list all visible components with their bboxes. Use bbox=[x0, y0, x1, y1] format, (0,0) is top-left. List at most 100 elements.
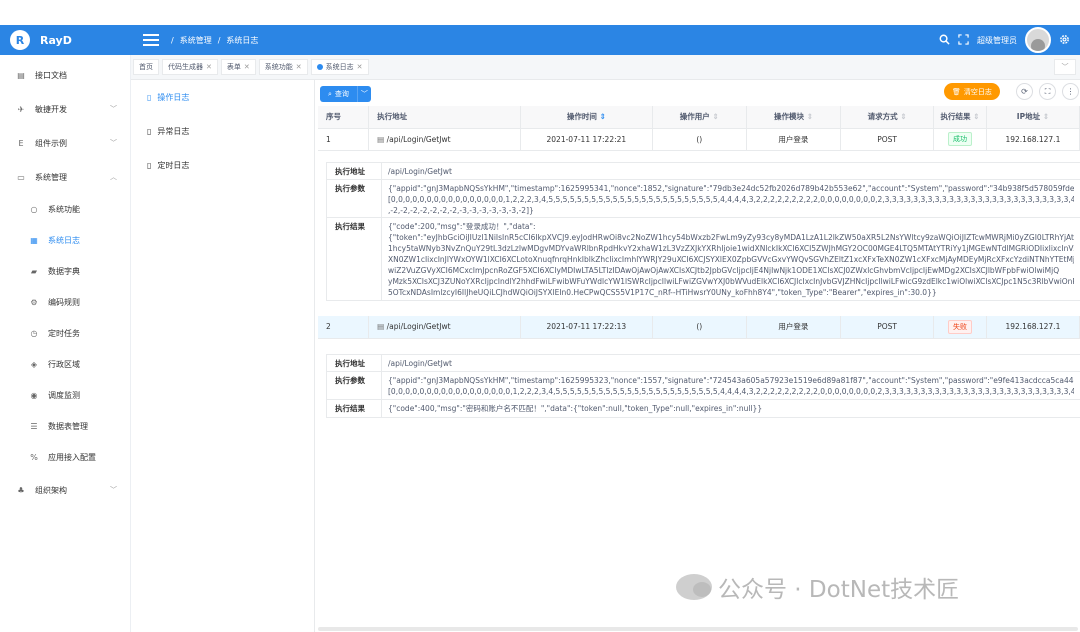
app-title: RayD bbox=[40, 33, 72, 47]
doc-icon: ▤ bbox=[17, 70, 25, 80]
avatar[interactable] bbox=[1025, 27, 1051, 53]
chevron-down-icon: ﹀ bbox=[110, 105, 117, 113]
watermark: 公众号 · DotNet技术匠 bbox=[676, 570, 959, 604]
clock-icon: ◷ bbox=[30, 329, 38, 338]
region-icon: ◈ bbox=[30, 360, 38, 369]
clear-log-button[interactable]: 🗑 清空日志 bbox=[944, 83, 1000, 100]
menu-toggle-icon[interactable] bbox=[143, 34, 159, 46]
log-table: 序号 执行地址 操作时间 ⇕ 操作用户 ⇕ 操作模块 ⇕ 请求方式 ⇕ 执行结果… bbox=[318, 106, 1080, 151]
breadcrumb-item[interactable]: 系统管理 bbox=[180, 35, 212, 46]
monitor-dot-icon: ◉ bbox=[30, 391, 38, 400]
calendar-icon: ▯ bbox=[147, 160, 152, 170]
calendar-icon: ▯ bbox=[147, 126, 152, 136]
gear-icon: ⚙ bbox=[30, 298, 38, 307]
link-icon: % bbox=[30, 453, 38, 462]
component-icon: E bbox=[18, 138, 24, 148]
search-icon[interactable] bbox=[939, 34, 950, 47]
tab-system-log[interactable]: 系统日志 ✕ bbox=[310, 59, 369, 75]
fullscreen-icon[interactable] bbox=[958, 33, 969, 47]
log-type-nav: ▯ 操作日志 ▯ 异常日志 ▯ 定时日志 bbox=[135, 80, 315, 632]
col-time[interactable]: 操作时间 ⇕ bbox=[520, 106, 653, 129]
query-dropdown-button[interactable]: ﹀ bbox=[356, 86, 371, 102]
sidebar-item-api-docs[interactable]: ▤ 接口文档 bbox=[0, 58, 131, 92]
breadcrumb-item: 系统日志 bbox=[226, 35, 259, 45]
tab-code-generator[interactable]: 代码生成器 ✕ bbox=[162, 59, 218, 75]
col-url: 执行地址 bbox=[368, 106, 522, 129]
sidebar-sub-scheduled-tasks[interactable]: ◷ 定时任务 bbox=[0, 318, 131, 349]
col-module[interactable]: 操作模块 ⇕ bbox=[746, 106, 842, 129]
expand-icon[interactable]: ▤ bbox=[377, 135, 386, 144]
dictionary-icon: ▰ bbox=[30, 267, 38, 276]
calendar-icon: ▯ bbox=[147, 92, 152, 102]
sidebar-item-org[interactable]: ♣ 组织架构 ﹀ bbox=[0, 473, 131, 507]
settings-icon[interactable] bbox=[1059, 34, 1070, 47]
sort-icon[interactable]: ⇕ bbox=[1043, 112, 1049, 121]
status-badge: 成功 bbox=[947, 132, 972, 146]
sidebar-item-components[interactable]: E 组件示例 ﹀ bbox=[0, 126, 131, 160]
search-icon: ⌕ bbox=[328, 89, 332, 98]
sort-icon[interactable]: ⇕ bbox=[973, 112, 979, 121]
refresh-icon[interactable]: ⟳ bbox=[1016, 83, 1033, 100]
tab-functions[interactable]: 系统功能 ✕ bbox=[258, 59, 308, 75]
col-result[interactable]: 执行结果 ⇕ bbox=[933, 106, 987, 129]
sort-icon[interactable]: ⇕ bbox=[600, 112, 606, 121]
sort-icon[interactable]: ⇕ bbox=[900, 112, 906, 121]
tabs-bar: 首页 代码生成器 ✕ 表单 ✕ 系统功能 ✕ 系统日志 ✕ ﹀ bbox=[131, 55, 1080, 80]
monitor-icon: ▭ bbox=[17, 172, 25, 182]
chevron-down-icon: ﹀ bbox=[110, 486, 117, 494]
circle-icon: ○ bbox=[30, 205, 38, 214]
fullscreen-icon[interactable]: ⛶ bbox=[1039, 83, 1056, 100]
close-icon[interactable]: ✕ bbox=[244, 63, 250, 71]
columns-icon[interactable]: ⋮ bbox=[1062, 83, 1079, 100]
sidebar-sub-app-access[interactable]: % 应用接入配置 bbox=[0, 442, 131, 473]
sort-icon[interactable]: ⇕ bbox=[807, 112, 813, 121]
top-header: / 系统管理 / 系统日志 超级管理员 bbox=[131, 25, 1080, 55]
main-content: ⌕ 查询 ﹀ 🗑 清空日志 ⟳ ⛶ ⋮ 序号 执行地址 操作时间 ⇕ 操作用户 ⇕ … bbox=[318, 80, 1080, 632]
sidebar-sub-functions[interactable]: ○ 系统功能 bbox=[0, 194, 131, 225]
close-icon[interactable]: ✕ bbox=[296, 63, 302, 71]
close-icon[interactable]: ✕ bbox=[206, 63, 212, 71]
chevron-down-icon: ﹀ bbox=[110, 139, 117, 147]
sort-icon[interactable]: ⇕ bbox=[712, 112, 718, 121]
tabs-dropdown-icon[interactable]: ﹀ bbox=[1054, 59, 1076, 75]
horizontal-scrollbar[interactable] bbox=[318, 627, 1078, 631]
chevron-up-icon: ︿ bbox=[110, 173, 117, 181]
user-name[interactable]: 超级管理员 bbox=[977, 35, 1017, 46]
breadcrumb: / 系统管理 / 系统日志 bbox=[171, 35, 259, 46]
app-logo: R bbox=[10, 30, 30, 50]
calendar-icon: ▦ bbox=[30, 236, 38, 245]
tab-home[interactable]: 首页 bbox=[133, 59, 159, 75]
sidebar-sub-dictionary[interactable]: ▰ 数据字典 bbox=[0, 256, 131, 287]
database-icon: ☰ bbox=[30, 422, 38, 431]
sidebar-item-agile-dev[interactable]: ✈ 敏捷开发 ﹀ bbox=[0, 92, 131, 126]
row-detail: 执行地址 /api/Login/GetJwt 执行参数 {"appid":"gn… bbox=[326, 354, 1080, 418]
wechat-icon bbox=[676, 574, 712, 600]
log-nav-exception[interactable]: ▯ 异常日志 bbox=[135, 114, 314, 148]
status-badge: 失败 bbox=[947, 319, 972, 334]
sidebar-sub-monitoring[interactable]: ◉ 调度监测 bbox=[0, 380, 131, 411]
sidebar-sub-system-log[interactable]: ▦ 系统日志 bbox=[0, 225, 131, 256]
col-method[interactable]: 请求方式 ⇕ bbox=[840, 106, 935, 129]
org-icon: ♣ bbox=[17, 485, 25, 495]
sidebar-sub-data-tables[interactable]: ☰ 数据表管理 bbox=[0, 411, 131, 442]
active-dot-icon bbox=[316, 64, 323, 70]
col-ip[interactable]: IP地址 ⇕ bbox=[986, 106, 1080, 129]
send-icon: ✈ bbox=[17, 104, 25, 114]
expand-icon[interactable]: ▤ bbox=[377, 322, 386, 331]
sidebar-item-system[interactable]: ▭ 系统管理 ︿ bbox=[0, 160, 131, 194]
log-nav-scheduled[interactable]: ▯ 定时日志 bbox=[135, 148, 314, 182]
col-index: 序号 bbox=[318, 106, 370, 129]
trash-icon: 🗑 bbox=[952, 87, 961, 96]
sidebar-sub-coding-rules[interactable]: ⚙ 编码规则 bbox=[0, 287, 131, 318]
sidebar-menu: ▤ 接口文档 ✈ 敏捷开发 ﹀ E 组件示例 ﹀ ▭ 系统管理 ︿ ○ 系统功能 ▦ 系统日志 ▰… bbox=[0, 58, 131, 507]
log-table-row-2: 2 ▤ /api/Login/GetJwt 2021-07-11 17:22:1… bbox=[318, 316, 1080, 339]
query-button[interactable]: ⌕ 查询 bbox=[320, 86, 357, 102]
table-row[interactable]: 1 ▤ /api/Login/GetJwt 2021-07-11 17:22:2… bbox=[318, 128, 1080, 151]
table-row[interactable]: 2 ▤ /api/Login/GetJwt 2021-07-11 17:22:1… bbox=[318, 316, 1080, 339]
close-icon[interactable]: ✕ bbox=[357, 63, 363, 71]
tab-form[interactable]: 表单 ✕ bbox=[220, 59, 256, 75]
log-nav-operation[interactable]: ▯ 操作日志 bbox=[135, 80, 314, 114]
col-user[interactable]: 操作用户 ⇕ bbox=[652, 106, 747, 129]
row-detail: 执行地址 /api/Login/GetJwt 执行参数 {"appid":"gn… bbox=[326, 162, 1080, 301]
sidebar-sub-regions[interactable]: ◈ 行政区域 bbox=[0, 349, 131, 380]
